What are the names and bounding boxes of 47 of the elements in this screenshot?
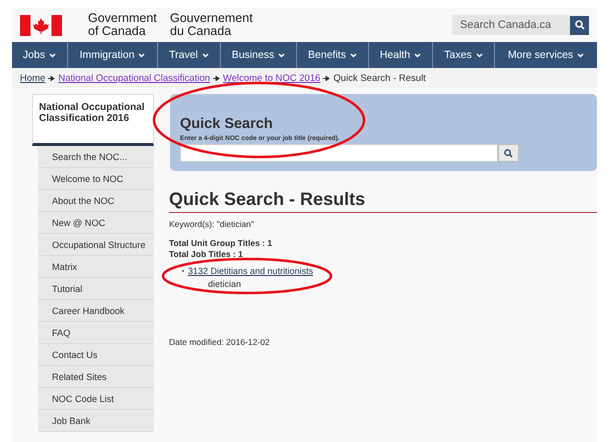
keyword-text: Keyword(s): "dietician" (169, 219, 255, 229)
search-icon (574, 20, 584, 30)
search-field[interactable]: Search Canada.ca (452, 15, 570, 35)
sidebar-item[interactable]: Contact Us (38, 344, 154, 366)
sidebar-heading: National Occupational Classification 2016 (32, 94, 154, 146)
search-button[interactable] (570, 16, 589, 34)
sidebar-item[interactable]: Job Bank (38, 410, 154, 432)
sidebar-item[interactable]: Related Sites (38, 366, 154, 388)
quick-search-field[interactable] (180, 144, 498, 162)
chevron-icon (350, 52, 357, 58)
results-heading: Quick Search - Results (169, 189, 597, 213)
chevron-icon (414, 52, 422, 58)
result-link[interactable]: 3132 Dietitians and nutritionists (188, 266, 314, 276)
sidebar-item[interactable]: NOC Code List (38, 388, 154, 410)
government-name: Government of Canada (88, 12, 158, 38)
chevron-icon (278, 52, 286, 58)
chevron-icon (49, 52, 56, 58)
chevron-icon (476, 52, 483, 58)
nav-menu-item[interactable]: More services (495, 42, 597, 68)
breadcrumb-link[interactable]: National Occupational Classification (58, 72, 210, 84)
sidebar-item[interactable]: About the NOC (38, 190, 154, 212)
search-icon (504, 148, 513, 158)
breadcrumb-current: Quick Search - Result (333, 72, 426, 84)
chevron-icon (202, 52, 209, 58)
canada-flag-icon (20, 14, 62, 36)
arrow-icon (48, 76, 56, 80)
sidebar-item[interactable]: New @ NOC (38, 212, 154, 234)
sidebar-item[interactable]: Occupational Structure (38, 234, 154, 256)
sidebar-item[interactable]: Career Handbook (38, 300, 154, 322)
breadcrumb-link[interactable]: Welcome to NOC 2016 (222, 72, 320, 84)
matched-job-title: dietician (207, 279, 242, 289)
sidebar-item[interactable]: FAQ (38, 322, 154, 344)
search-button[interactable] (498, 144, 519, 162)
total-count: Total Unit Group Titles : 1 (169, 238, 274, 249)
sidebar-item[interactable]: Welcome to NOC (38, 168, 154, 190)
arrow-icon (212, 76, 220, 80)
government-name-french: Gouvernement du Canada (170, 12, 252, 38)
sidebar-item[interactable]: Tutorial (38, 278, 154, 300)
total-count: Total Job Titles : 1 (169, 249, 244, 260)
quick-search-title: Quick Search (180, 115, 274, 132)
arrow-icon (323, 76, 330, 80)
sidebar-item[interactable]: Search the NOC... (38, 146, 154, 168)
sidebar-item[interactable]: Matrix (38, 256, 154, 278)
date-modified: Date modified: 2016-12-02 (169, 337, 271, 347)
breadcrumb-link[interactable]: Home (20, 72, 46, 84)
chevron-icon (138, 52, 146, 58)
chevron-icon (577, 52, 584, 58)
